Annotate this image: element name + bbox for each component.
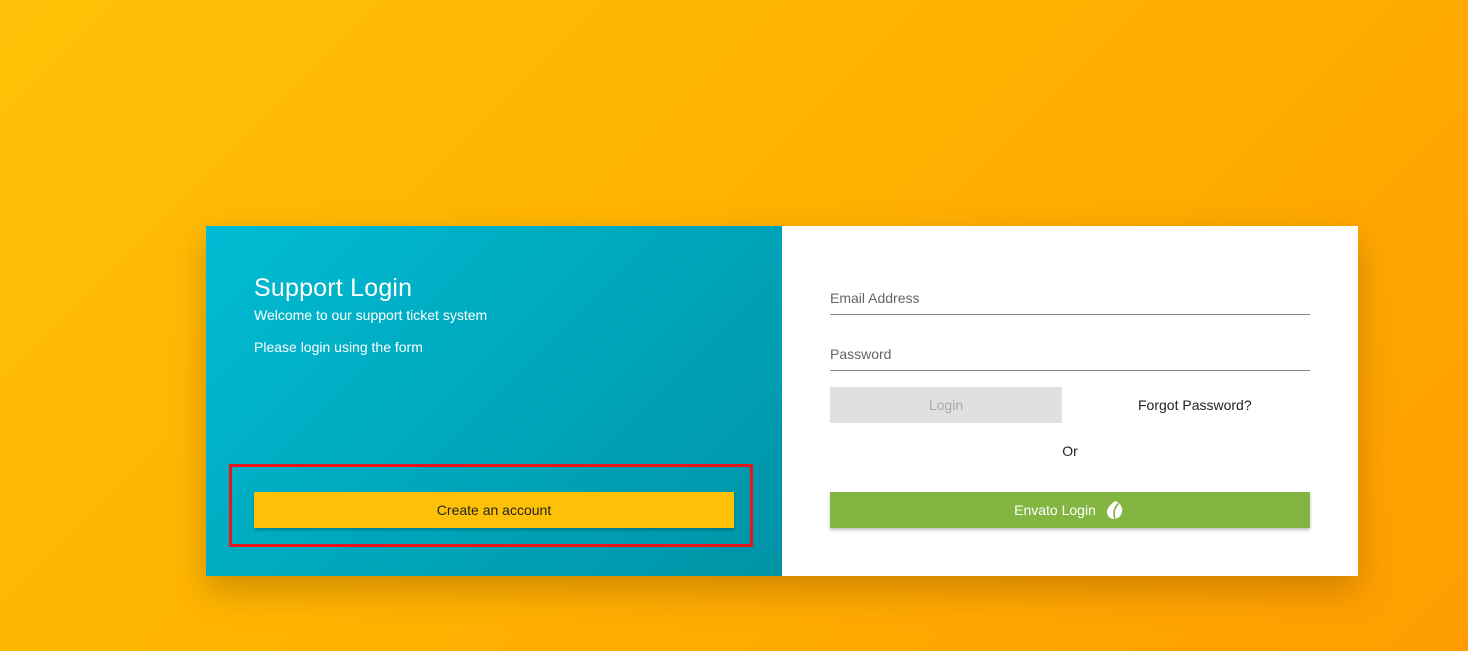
login-form-panel: Login Forgot Password? Or Envato Login bbox=[782, 226, 1358, 576]
email-input[interactable] bbox=[830, 284, 1310, 312]
envato-leaf-icon bbox=[1104, 499, 1126, 521]
envato-login-button[interactable]: Envato Login bbox=[830, 492, 1310, 528]
create-account-button[interactable]: Create an account bbox=[254, 492, 734, 528]
login-instruction: Please login using the form bbox=[254, 339, 423, 355]
forgot-password-link[interactable]: Forgot Password? bbox=[1138, 397, 1252, 413]
welcome-panel: Support Login Welcome to our support tic… bbox=[206, 226, 782, 576]
email-field bbox=[830, 284, 1310, 315]
password-field bbox=[830, 340, 1310, 371]
password-input[interactable] bbox=[830, 340, 1310, 368]
page-title: Support Login bbox=[254, 274, 413, 302]
login-button[interactable]: Login bbox=[830, 387, 1062, 423]
or-divider-label: Or bbox=[1062, 443, 1078, 459]
envato-login-label: Envato Login bbox=[1014, 502, 1096, 518]
welcome-subtitle: Welcome to our support ticket system bbox=[254, 307, 488, 323]
login-card: Support Login Welcome to our support tic… bbox=[206, 226, 1358, 576]
